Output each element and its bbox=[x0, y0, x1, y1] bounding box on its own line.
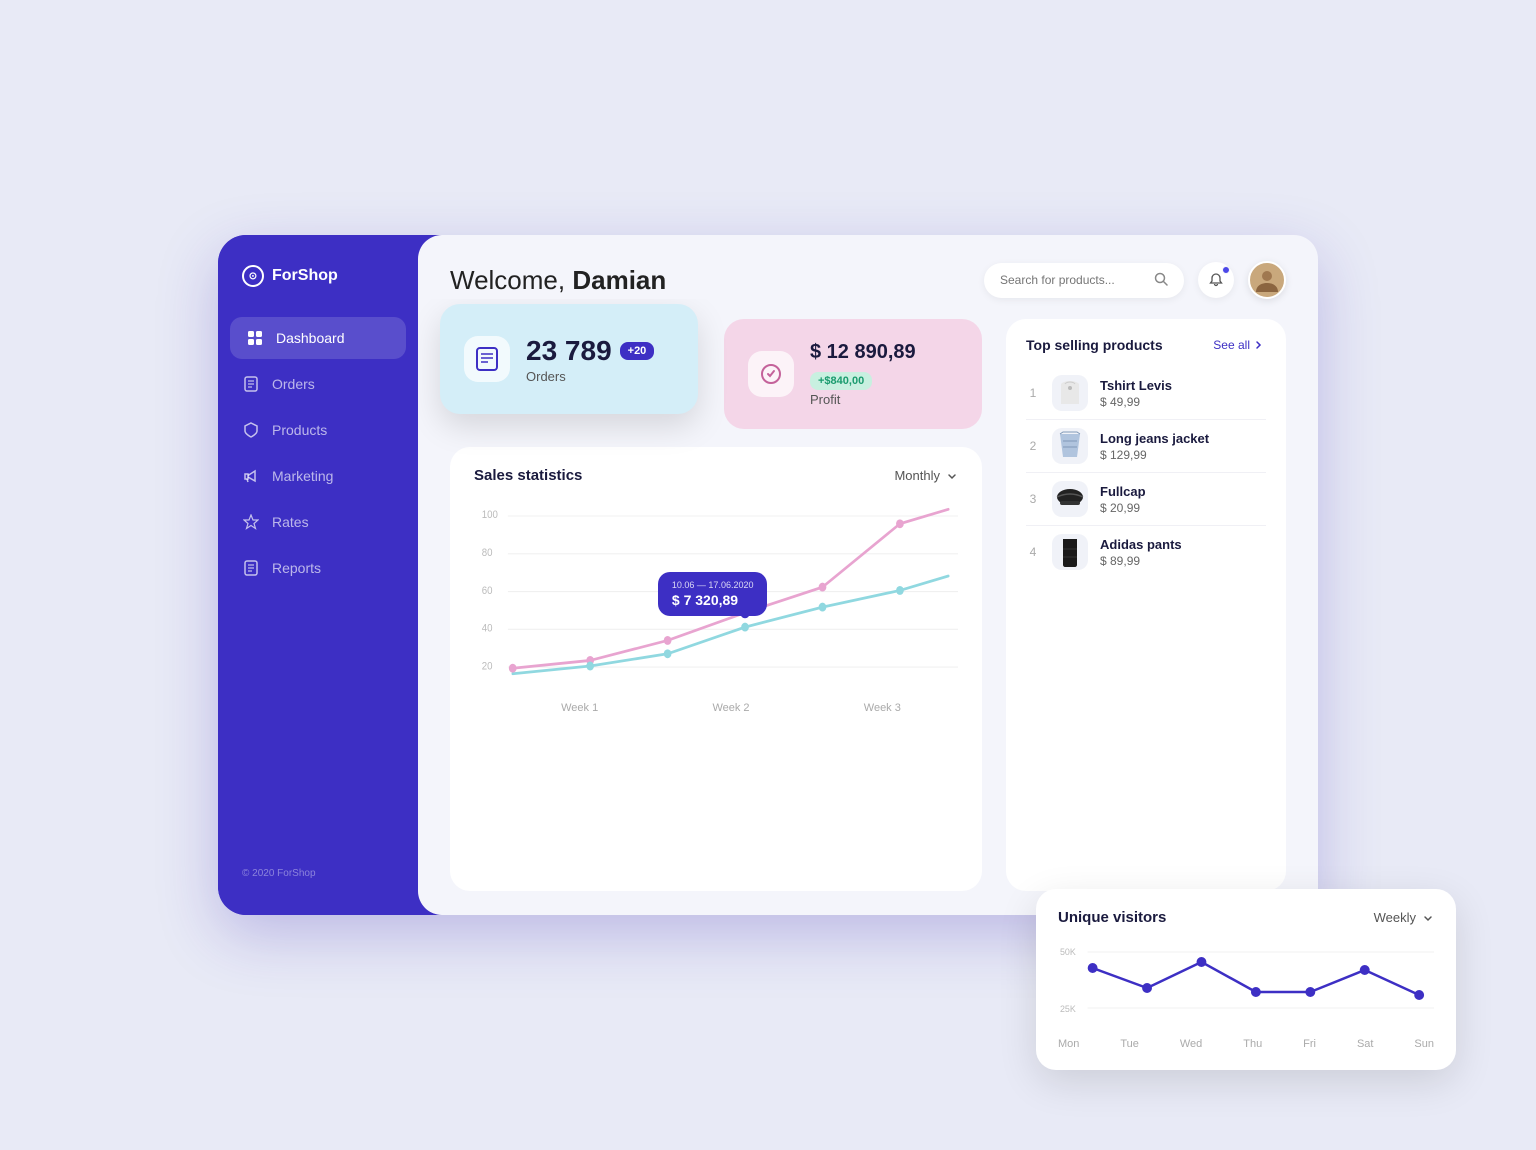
rates-icon bbox=[242, 513, 260, 531]
app-frame: ⊙ ForShop Dashboard bbox=[218, 235, 1318, 915]
product-row: 2 Long jeans jacket $ 129,99 bbox=[1026, 420, 1266, 473]
profit-stat-card: $ 12 890,89 +$840,00 Profit bbox=[724, 319, 982, 429]
profit-stat-main: $ 12 890,89 +$840,00 bbox=[810, 341, 958, 390]
sidebar-nav: Dashboard Orders bbox=[218, 317, 418, 852]
sales-chart-container: Sales statistics Monthly 10.06 — 17.06.2… bbox=[450, 447, 982, 891]
orders-label: Orders bbox=[526, 369, 654, 384]
orders-stat-card: 23 789 +20 Orders bbox=[440, 304, 698, 414]
search-bar[interactable] bbox=[984, 263, 1184, 298]
chart-x-labels: Week 1 Week 2 Week 3 bbox=[474, 696, 958, 714]
svg-text:100: 100 bbox=[482, 510, 498, 522]
sidebar-item-rates[interactable]: Rates bbox=[218, 501, 418, 543]
visitors-card: Unique visitors Weekly 50K 25K bbox=[1036, 889, 1456, 1070]
product-row: 4 Adidas pants $ 89,99 bbox=[1026, 526, 1266, 578]
sidebar-footer: © 2020 ForShop bbox=[218, 852, 418, 895]
orders-stat-info: 23 789 +20 Orders bbox=[526, 335, 654, 384]
svg-text:20: 20 bbox=[482, 661, 493, 673]
search-icon[interactable] bbox=[1154, 272, 1168, 289]
period-selector[interactable]: Monthly bbox=[894, 468, 958, 483]
svg-text:60: 60 bbox=[482, 585, 493, 597]
product-row: 3 Fullcap $ 20,99 bbox=[1026, 473, 1266, 526]
right-panel: Top selling products See all 1 bbox=[1006, 319, 1286, 891]
chart-header: Sales statistics Monthly bbox=[474, 467, 958, 484]
profit-stat-info: $ 12 890,89 +$840,00 Profit bbox=[810, 341, 958, 407]
products-list: 1 Tshirt Levis $ 49,99 bbox=[1026, 367, 1266, 578]
search-input[interactable] bbox=[1000, 273, 1146, 287]
products-card: Top selling products See all 1 bbox=[1006, 319, 1286, 891]
profit-number: $ 12 890,89 bbox=[810, 341, 916, 364]
orders-number: 23 789 bbox=[526, 335, 612, 367]
profit-badge: +$840,00 bbox=[810, 372, 872, 390]
dashboard-icon bbox=[246, 329, 264, 347]
orders-stat-main: 23 789 +20 bbox=[526, 335, 654, 367]
visitors-svg: 50K 25K bbox=[1058, 940, 1434, 1030]
sidebar-item-dashboard[interactable]: Dashboard bbox=[230, 317, 406, 359]
welcome-heading: Welcome, Damian bbox=[450, 265, 666, 296]
sidebar-logo: ⊙ ForShop bbox=[218, 265, 418, 317]
sidebar-item-marketing[interactable]: Marketing bbox=[218, 455, 418, 497]
sidebar-item-products[interactable]: Products bbox=[218, 409, 418, 451]
sidebar-item-label: Reports bbox=[272, 560, 321, 576]
user-avatar[interactable] bbox=[1248, 261, 1286, 299]
svg-text:40: 40 bbox=[482, 623, 493, 635]
sidebar-item-label: Products bbox=[272, 422, 327, 438]
svg-text:80: 80 bbox=[482, 547, 493, 559]
visitors-header: Unique visitors Weekly bbox=[1058, 909, 1434, 926]
svg-text:25K: 25K bbox=[1060, 1004, 1076, 1014]
sidebar-item-label: Marketing bbox=[272, 468, 333, 484]
product-row: 1 Tshirt Levis $ 49,99 bbox=[1026, 367, 1266, 420]
product-info-3: Adidas pants $ 89,99 bbox=[1100, 537, 1266, 568]
app-name: ForShop bbox=[272, 267, 338, 285]
product-image-2 bbox=[1052, 481, 1088, 517]
products-title: Top selling products bbox=[1026, 337, 1163, 353]
sidebar-item-label: Rates bbox=[272, 514, 309, 530]
notification-dot bbox=[1222, 266, 1230, 274]
product-info-2: Fullcap $ 20,99 bbox=[1100, 484, 1266, 515]
product-image-0 bbox=[1052, 375, 1088, 411]
products-icon bbox=[242, 421, 260, 439]
notification-button[interactable] bbox=[1198, 262, 1234, 298]
visitors-title: Unique visitors bbox=[1058, 909, 1166, 926]
main-content: Welcome, Damian bbox=[418, 235, 1318, 915]
logo-icon: ⊙ bbox=[242, 265, 264, 287]
product-image-3 bbox=[1052, 534, 1088, 570]
sidebar-item-reports[interactable]: Reports bbox=[218, 547, 418, 589]
chart-tooltip: 10.06 — 17.06.2020 $ 7 320,89 bbox=[658, 572, 768, 616]
profit-label: Profit bbox=[810, 392, 958, 407]
chart-area: 10.06 — 17.06.2020 $ 7 320,89 100 80 60 … bbox=[474, 496, 958, 696]
sidebar: ⊙ ForShop Dashboard bbox=[218, 235, 418, 915]
reports-icon bbox=[242, 559, 260, 577]
chart-title: Sales statistics bbox=[474, 467, 582, 484]
sidebar-item-label: Dashboard bbox=[276, 330, 345, 346]
orders-icon bbox=[242, 375, 260, 393]
visitors-x-labels: Mon Tue Wed Thu Fri Sat Sun bbox=[1058, 1030, 1434, 1050]
weekly-selector[interactable]: Weekly bbox=[1374, 910, 1434, 925]
orders-badge: +20 bbox=[620, 342, 655, 360]
content-body: 23 789 +20 Orders bbox=[418, 299, 1318, 915]
product-image-1 bbox=[1052, 428, 1088, 464]
header: Welcome, Damian bbox=[418, 235, 1318, 299]
see-all-link[interactable]: See all bbox=[1213, 338, 1266, 352]
profit-card-icon bbox=[748, 351, 794, 397]
product-info-0: Tshirt Levis $ 49,99 bbox=[1100, 378, 1266, 409]
orders-card-icon bbox=[464, 336, 510, 382]
products-header: Top selling products See all bbox=[1026, 337, 1266, 353]
sidebar-item-orders[interactable]: Orders bbox=[218, 363, 418, 405]
left-panel: 23 789 +20 Orders bbox=[450, 319, 982, 891]
svg-text:50K: 50K bbox=[1060, 947, 1076, 957]
product-info-1: Long jeans jacket $ 129,99 bbox=[1100, 431, 1266, 462]
stat-cards: 23 789 +20 Orders bbox=[450, 319, 982, 429]
sidebar-item-label: Orders bbox=[272, 376, 315, 392]
visitors-chart-area: 50K 25K bbox=[1058, 940, 1434, 1030]
header-right bbox=[984, 261, 1286, 299]
marketing-icon bbox=[242, 467, 260, 485]
